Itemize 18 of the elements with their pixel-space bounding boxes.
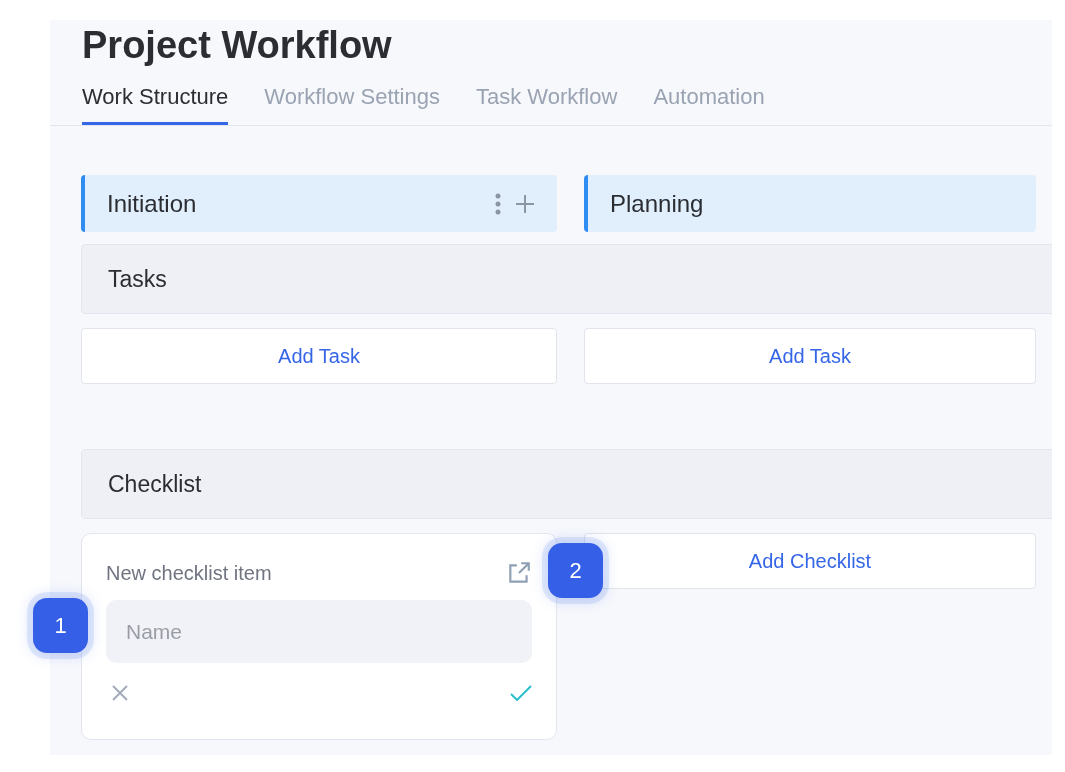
section-title: Tasks [108,265,167,293]
close-icon[interactable] [110,683,130,703]
check-icon[interactable] [510,685,532,701]
add-button[interactable]: Add Checklist [584,533,1036,589]
add-button[interactable]: Add Task [81,328,557,384]
step-marker: 2 [548,543,603,598]
name-field[interactable]: Name [106,600,532,663]
page-title: Project Workflow [81,23,392,68]
more-icon[interactable] [495,192,501,215]
add-button[interactable]: Add Task [584,328,1036,384]
stage-name: Planning [610,189,705,218]
section-title: Checklist [108,470,202,498]
step-marker: 1 [33,598,88,653]
stage-name: Initiation [107,189,198,218]
tab[interactable]: Work Structure [82,76,229,125]
card-title: New checklist item [106,561,272,585]
open-external-icon[interactable] [506,560,532,586]
plus-icon[interactable] [515,193,535,214]
